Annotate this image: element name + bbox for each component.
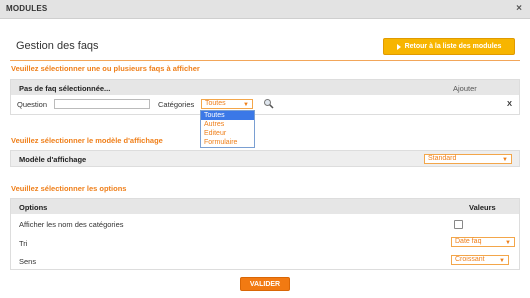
categories-selected-value: Toutes [205, 100, 226, 107]
order-value: Croissant [455, 256, 485, 263]
remove-faq-icon[interactable]: X [507, 99, 512, 108]
display-model-label: Modèle d'affichage [19, 155, 87, 164]
magnifier-icon[interactable] [263, 98, 274, 109]
options-column-header: Options [19, 203, 48, 212]
play-arrow-icon [396, 43, 401, 50]
option-label-show-categories: Afficher les nom des catégories [19, 220, 124, 229]
faq-panel-header: Pas de faq sélectionnée... Ajouter [11, 80, 519, 95]
question-input[interactable] [54, 99, 150, 109]
back-to-modules-button[interactable]: Retour à la liste des modules [383, 38, 515, 55]
submit-button[interactable]: VALIDER [240, 277, 290, 291]
chevron-down-icon: ▼ [243, 102, 249, 108]
display-model-value: Standard [428, 155, 457, 162]
close-icon[interactable]: × [516, 3, 522, 14]
sort-value: Date faq [455, 238, 482, 245]
back-button-label: Retour à la liste des modules [404, 43, 502, 50]
add-label: Ajouter [453, 84, 477, 93]
categories-label: Catégories [158, 100, 195, 109]
section-divider [10, 60, 520, 61]
window-title: MODULES [6, 4, 48, 13]
option-label-order: Sens [19, 257, 37, 266]
display-model-select[interactable]: Standard ▼ [424, 154, 512, 164]
dropdown-option[interactable]: Formulaire [201, 138, 254, 147]
chevron-down-icon: ▼ [502, 157, 508, 163]
section-options-title: Veuillez sélectionner les options [11, 184, 127, 193]
option-label-sort: Tri [19, 239, 28, 248]
page-title: Gestion des faqs [16, 40, 99, 52]
categories-select[interactable]: Toutes ▼ [201, 99, 253, 109]
no-faq-selected-label: Pas de faq sélectionnée... [19, 84, 111, 93]
options-panel: Options Valeurs Afficher les nom des cat… [10, 198, 520, 270]
faq-selection-panel: Pas de faq sélectionnée... Ajouter Quest… [10, 79, 520, 115]
dropdown-option[interactable]: Editeur [201, 129, 254, 138]
question-label: Question [17, 100, 48, 109]
display-model-panel: Modèle d'affichage Standard ▼ [10, 150, 520, 167]
show-categories-checkbox[interactable] [454, 220, 463, 229]
section-faqs-title: Veuillez sélectionner une ou plusieurs f… [11, 64, 200, 73]
dropdown-option[interactable]: Autres [201, 120, 254, 129]
chevron-down-icon: ▼ [505, 240, 511, 246]
section-display-model-title: Veuillez sélectionner le modèle d'affich… [11, 136, 163, 145]
chevron-down-icon: ▼ [499, 258, 505, 264]
categories-dropdown-list: Toutes Autres Editeur Formulaire [200, 110, 255, 148]
values-column-header: Valeurs [469, 203, 496, 212]
window-titlebar: MODULES × [0, 0, 530, 19]
dropdown-option[interactable]: Toutes [201, 111, 254, 120]
sort-select[interactable]: Date faq ▼ [451, 237, 515, 247]
order-select[interactable]: Croissant ▼ [451, 255, 509, 265]
options-header: Options Valeurs [11, 199, 519, 214]
